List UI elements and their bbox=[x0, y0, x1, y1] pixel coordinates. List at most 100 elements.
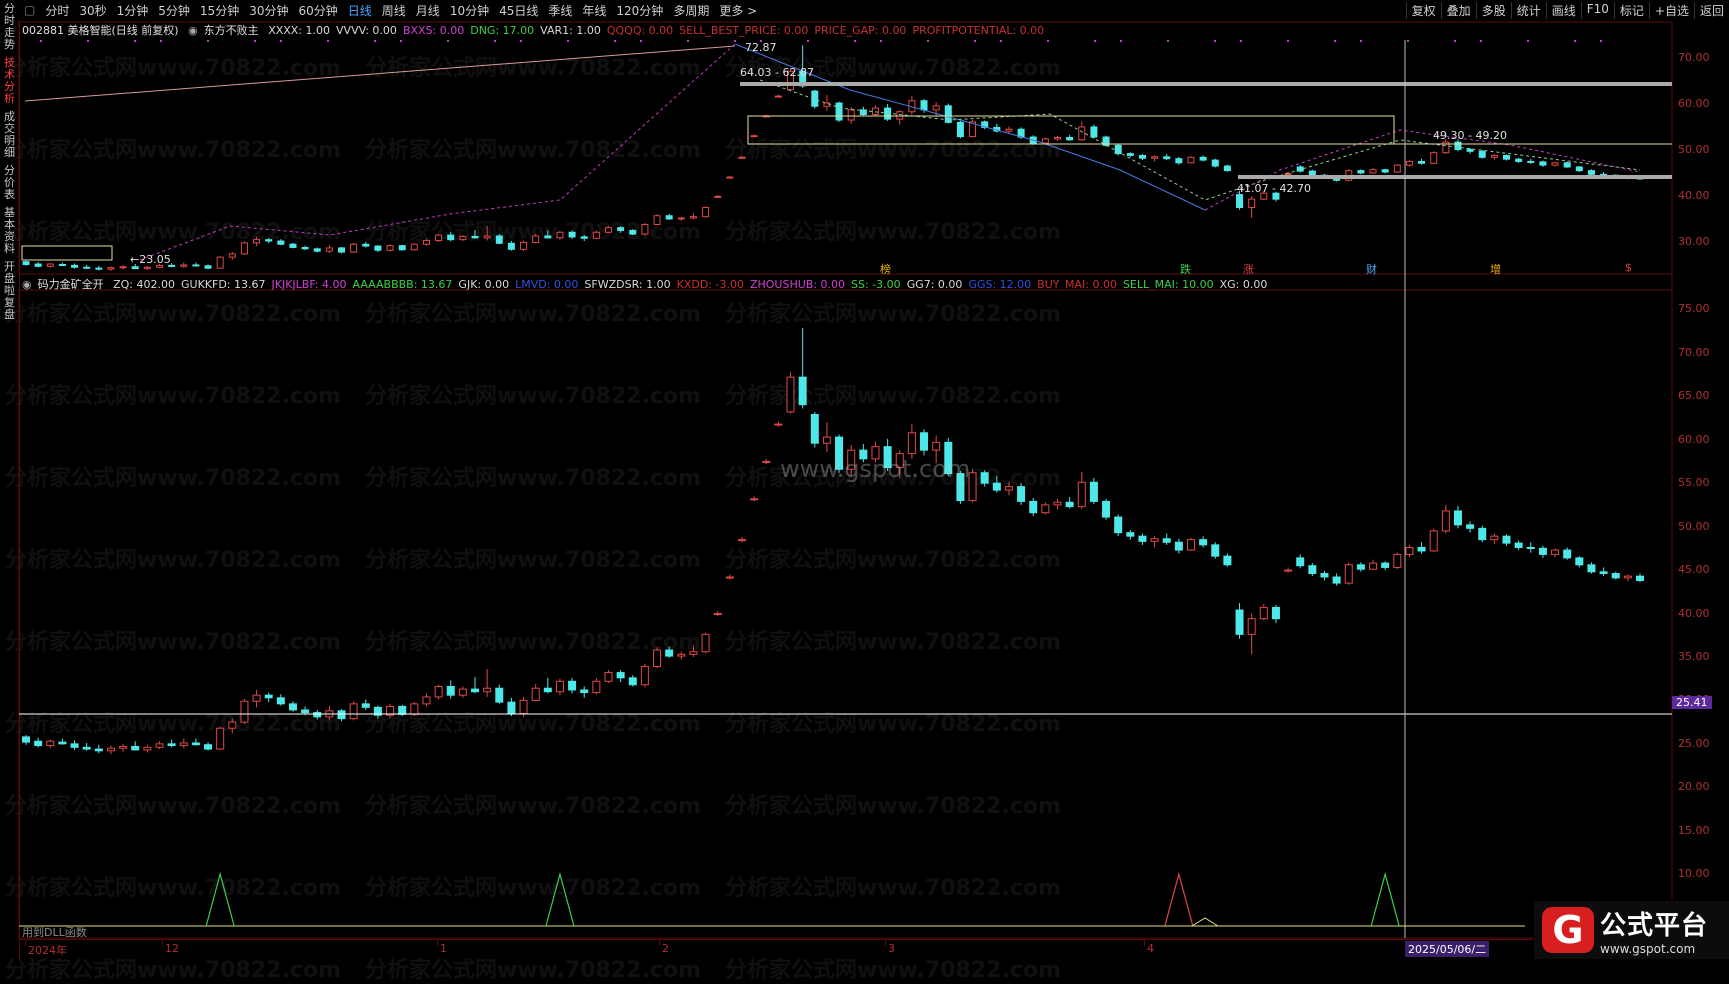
sub-candle bbox=[1466, 524, 1475, 529]
main-candle bbox=[1539, 161, 1547, 166]
main-candle bbox=[835, 102, 843, 121]
sub-candle bbox=[1102, 500, 1111, 518]
sub-candle bbox=[1150, 538, 1159, 542]
sub-candle bbox=[82, 746, 91, 750]
sub-candle bbox=[337, 710, 346, 720]
event-marker-3[interactable]: 财 bbox=[1366, 261, 1377, 277]
main-candle bbox=[1126, 153, 1134, 156]
sub-candle bbox=[1029, 500, 1038, 514]
sub-candle bbox=[1114, 516, 1123, 534]
sub-candle bbox=[1405, 546, 1414, 555]
sub-candle bbox=[1526, 546, 1535, 549]
sub-candle bbox=[1259, 606, 1268, 620]
sub-candle bbox=[410, 703, 419, 715]
main-candle bbox=[471, 235, 479, 239]
sub-candle bbox=[106, 747, 115, 752]
dll-note: 用到DLL函数 bbox=[22, 926, 87, 939]
main-candle bbox=[1005, 128, 1013, 132]
main-candle bbox=[1163, 156, 1171, 160]
main-candle bbox=[847, 109, 855, 121]
axis-tick-label: 35.00 bbox=[1678, 649, 1710, 663]
event-marker-5[interactable]: $ bbox=[1625, 261, 1632, 274]
event-marker-4[interactable]: 增 bbox=[1490, 261, 1501, 277]
sub-candle bbox=[240, 700, 249, 723]
sub-candle bbox=[604, 672, 613, 682]
main-candle bbox=[677, 217, 685, 220]
date-tick bbox=[885, 940, 886, 946]
signal-dot bbox=[974, 40, 976, 42]
sub-candle bbox=[70, 743, 79, 748]
main-candle bbox=[374, 245, 382, 251]
main-candle bbox=[714, 195, 722, 198]
sub-candle bbox=[1599, 571, 1608, 575]
sub-candle bbox=[1041, 504, 1050, 514]
signal-dot bbox=[374, 40, 376, 42]
sub-candle bbox=[580, 689, 589, 694]
main-candle bbox=[1199, 156, 1207, 161]
main-candle bbox=[1308, 170, 1316, 176]
sub-candle bbox=[191, 742, 200, 746]
sub-candle bbox=[155, 743, 164, 748]
sub-candle bbox=[58, 741, 67, 745]
sub-candle bbox=[762, 460, 771, 463]
sub-candle bbox=[204, 744, 213, 750]
sub-candle bbox=[677, 653, 686, 657]
sub-candle bbox=[798, 376, 807, 406]
signal-dot bbox=[927, 40, 929, 42]
main-candle bbox=[71, 264, 79, 268]
signal-dot bbox=[807, 40, 809, 42]
axis-tick-label: 60.00 bbox=[1678, 97, 1710, 111]
signal-dot bbox=[880, 40, 882, 42]
date-tick bbox=[25, 940, 26, 946]
main-candle bbox=[1187, 156, 1195, 164]
date-tick bbox=[1144, 940, 1145, 946]
event-marker-0[interactable]: 榜 bbox=[880, 261, 891, 277]
sub-candle bbox=[1502, 535, 1511, 544]
event-marker-1[interactable]: 跌 bbox=[1180, 261, 1191, 277]
logo: G 公式平台 www.gspot.com bbox=[1534, 901, 1729, 959]
sub-candle bbox=[1308, 565, 1317, 575]
main-candle bbox=[1393, 164, 1401, 173]
main-candle bbox=[301, 246, 309, 250]
sub-candle bbox=[1174, 541, 1183, 551]
signal-dot bbox=[1167, 40, 1169, 42]
sub-candle bbox=[1636, 575, 1644, 581]
signal-dot bbox=[1240, 40, 1242, 42]
main-candle bbox=[119, 266, 127, 269]
date-label-5: 4 bbox=[1147, 942, 1154, 955]
axis-tick-label: 50.00 bbox=[1678, 143, 1710, 157]
sub-candle bbox=[543, 687, 552, 693]
sub-candle bbox=[313, 712, 322, 718]
sub-candle bbox=[653, 649, 662, 668]
axis-tick-label: 65.00 bbox=[1678, 389, 1710, 403]
main-candle bbox=[507, 242, 515, 250]
sub-candle bbox=[495, 687, 504, 703]
main-panel-frame bbox=[18, 21, 1673, 275]
axis-tick-label: 40.00 bbox=[1678, 189, 1710, 203]
low-box bbox=[21, 245, 113, 261]
sub-candle bbox=[1223, 555, 1232, 566]
sub-candle bbox=[1587, 564, 1596, 573]
low-price-label: ←23.05 bbox=[130, 253, 171, 266]
main-candle bbox=[1090, 126, 1098, 138]
main-candle bbox=[1054, 137, 1062, 140]
main-candle bbox=[180, 264, 188, 267]
sub-candle bbox=[1089, 481, 1098, 502]
sub-candle bbox=[1356, 564, 1365, 570]
signal-dot bbox=[87, 40, 89, 42]
date-tick bbox=[659, 940, 660, 946]
sub-candle bbox=[992, 482, 1001, 491]
event-marker-2[interactable]: 涨 bbox=[1243, 261, 1254, 277]
date-label-4: 3 bbox=[888, 942, 895, 955]
main-candle bbox=[313, 248, 321, 252]
signal-dot bbox=[520, 40, 522, 42]
main-candle bbox=[1587, 170, 1595, 175]
main-candle bbox=[143, 266, 151, 270]
main-candle bbox=[1490, 154, 1498, 158]
main-candle bbox=[83, 266, 91, 269]
main-candle bbox=[1515, 158, 1523, 162]
sub-candle bbox=[1538, 547, 1547, 555]
signal-dot bbox=[640, 40, 642, 42]
sub-candle bbox=[519, 699, 528, 714]
main-candle bbox=[1527, 160, 1535, 163]
